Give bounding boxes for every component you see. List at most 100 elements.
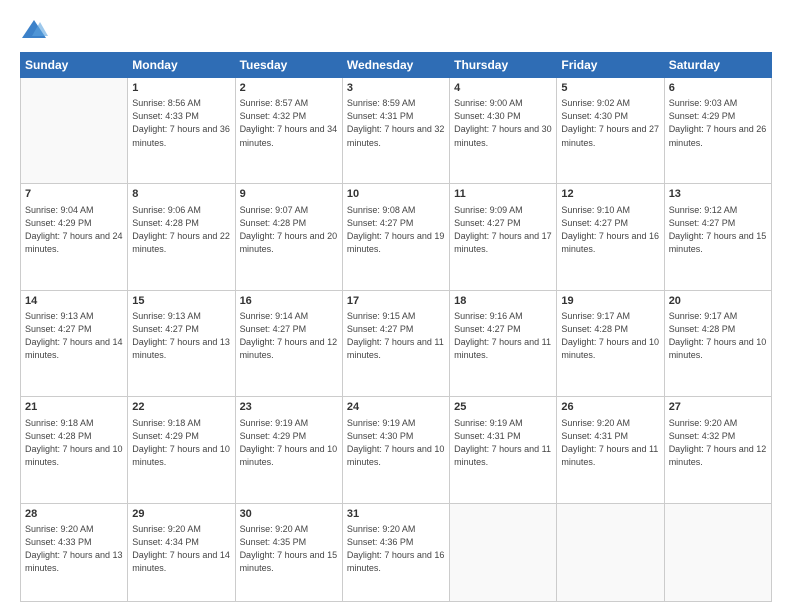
calendar-cell: 8Sunrise: 9:06 AM Sunset: 4:28 PM Daylig… [128, 184, 235, 290]
day-info: Sunrise: 8:57 AM Sunset: 4:32 PM Dayligh… [240, 97, 338, 149]
day-info: Sunrise: 9:12 AM Sunset: 4:27 PM Dayligh… [669, 204, 767, 256]
day-info: Sunrise: 9:18 AM Sunset: 4:28 PM Dayligh… [25, 417, 123, 469]
day-info: Sunrise: 9:03 AM Sunset: 4:29 PM Dayligh… [669, 97, 767, 149]
weekday-header-thursday: Thursday [450, 53, 557, 78]
calendar-cell [450, 503, 557, 601]
day-info: Sunrise: 8:56 AM Sunset: 4:33 PM Dayligh… [132, 97, 230, 149]
day-number: 7 [25, 187, 123, 202]
week-row-3: 14Sunrise: 9:13 AM Sunset: 4:27 PM Dayli… [21, 290, 772, 396]
calendar-cell: 21 Sunrise: 9:18 AM Sunset: 4:28 PM Dayli… [21, 397, 128, 503]
calendar-cell: 5Sunrise: 9:02 AM Sunset: 4:30 PM Daylig… [557, 78, 664, 184]
day-info: Sunrise: 9:19 AM Sunset: 4:29 PM Dayligh… [240, 417, 338, 469]
calendar-cell: 11 Sunrise: 9:09 AM Sunset: 4:27 PM Dayli… [450, 184, 557, 290]
calendar-cell: 7Sunrise: 9:04 AM Sunset: 4:29 PM Daylig… [21, 184, 128, 290]
calendar-cell: 15Sunrise: 9:13 AM Sunset: 4:27 PM Dayli… [128, 290, 235, 396]
day-number: 1 [132, 81, 230, 96]
day-info: Sunrise: 9:07 AM Sunset: 4:28 PM Dayligh… [240, 204, 338, 256]
calendar-cell: 20Sunrise: 9:17 AM Sunset: 4:28 PM Dayli… [664, 290, 771, 396]
logo-icon [20, 16, 48, 44]
calendar-cell [21, 78, 128, 184]
day-info: Sunrise: 9:02 AM Sunset: 4:30 PM Dayligh… [561, 97, 659, 149]
calendar-cell: 14Sunrise: 9:13 AM Sunset: 4:27 PM Dayli… [21, 290, 128, 396]
day-number: 11 [454, 187, 552, 202]
calendar-table: SundayMondayTuesdayWednesdayThursdayFrid… [20, 52, 772, 602]
day-number: 16 [240, 294, 338, 309]
day-number: 26 [561, 400, 659, 415]
logo [20, 16, 52, 44]
day-number: 6 [669, 81, 767, 96]
calendar-cell: 17Sunrise: 9:15 AM Sunset: 4:27 PM Dayli… [342, 290, 449, 396]
day-number: 2 [240, 81, 338, 96]
calendar-cell: 3Sunrise: 8:59 AM Sunset: 4:31 PM Daylig… [342, 78, 449, 184]
day-number: 29 [132, 507, 230, 522]
calendar-cell: 1Sunrise: 8:56 AM Sunset: 4:33 PM Daylig… [128, 78, 235, 184]
day-info: Sunrise: 8:59 AM Sunset: 4:31 PM Dayligh… [347, 97, 445, 149]
calendar-cell: 4Sunrise: 9:00 AM Sunset: 4:30 PM Daylig… [450, 78, 557, 184]
calendar-cell: 6Sunrise: 9:03 AM Sunset: 4:29 PM Daylig… [664, 78, 771, 184]
day-number: 19 [561, 294, 659, 309]
day-number: 21 [25, 400, 123, 415]
day-info: Sunrise: 9:00 AM Sunset: 4:30 PM Dayligh… [454, 97, 552, 149]
day-info: Sunrise: 9:17 AM Sunset: 4:28 PM Dayligh… [669, 310, 767, 362]
day-info: Sunrise: 9:14 AM Sunset: 4:27 PM Dayligh… [240, 310, 338, 362]
calendar-cell: 22 Sunrise: 9:18 AM Sunset: 4:29 PM Dayli… [128, 397, 235, 503]
day-info: Sunrise: 9:09 AM Sunset: 4:27 PM Dayligh… [454, 204, 552, 256]
weekday-header-friday: Friday [557, 53, 664, 78]
calendar-cell: 28Sunrise: 9:20 AM Sunset: 4:33 PM Dayli… [21, 503, 128, 601]
day-info: Sunrise: 9:19 AM Sunset: 4:31 PM Dayligh… [454, 417, 552, 469]
calendar-cell: 9 Sunrise: 9:07 AM Sunset: 4:28 PM Daylig… [235, 184, 342, 290]
week-row-5: 28Sunrise: 9:20 AM Sunset: 4:33 PM Dayli… [21, 503, 772, 601]
page: SundayMondayTuesdayWednesdayThursdayFrid… [0, 0, 792, 612]
day-number: 3 [347, 81, 445, 96]
weekday-header-tuesday: Tuesday [235, 53, 342, 78]
day-info: Sunrise: 9:19 AM Sunset: 4:30 PM Dayligh… [347, 417, 445, 469]
day-number: 10 [347, 187, 445, 202]
day-number: 17 [347, 294, 445, 309]
day-info: Sunrise: 9:08 AM Sunset: 4:27 PM Dayligh… [347, 204, 445, 256]
calendar-cell: 24 Sunrise: 9:19 AM Sunset: 4:30 PM Dayli… [342, 397, 449, 503]
day-info: Sunrise: 9:20 AM Sunset: 4:32 PM Dayligh… [669, 417, 767, 469]
calendar-cell: 13Sunrise: 9:12 AM Sunset: 4:27 PM Dayli… [664, 184, 771, 290]
calendar-cell: 16Sunrise: 9:14 AM Sunset: 4:27 PM Dayli… [235, 290, 342, 396]
weekday-header-monday: Monday [128, 53, 235, 78]
calendar-cell [557, 503, 664, 601]
day-number: 30 [240, 507, 338, 522]
day-info: Sunrise: 9:16 AM Sunset: 4:27 PM Dayligh… [454, 310, 552, 362]
weekday-header-saturday: Saturday [664, 53, 771, 78]
weekday-header-sunday: Sunday [21, 53, 128, 78]
day-number: 12 [561, 187, 659, 202]
calendar-cell: 30Sunrise: 9:20 AM Sunset: 4:35 PM Dayli… [235, 503, 342, 601]
header [20, 16, 772, 44]
day-info: Sunrise: 9:17 AM Sunset: 4:28 PM Dayligh… [561, 310, 659, 362]
day-info: Sunrise: 9:10 AM Sunset: 4:27 PM Dayligh… [561, 204, 659, 256]
calendar-cell: 10 Sunrise: 9:08 AM Sunset: 4:27 PM Dayli… [342, 184, 449, 290]
calendar-cell: 25 Sunrise: 9:19 AM Sunset: 4:31 PM Dayli… [450, 397, 557, 503]
day-number: 8 [132, 187, 230, 202]
day-number: 28 [25, 507, 123, 522]
day-number: 4 [454, 81, 552, 96]
day-info: Sunrise: 9:20 AM Sunset: 4:33 PM Dayligh… [25, 523, 123, 575]
day-info: Sunrise: 9:15 AM Sunset: 4:27 PM Dayligh… [347, 310, 445, 362]
day-number: 24 [347, 400, 445, 415]
day-info: Sunrise: 9:13 AM Sunset: 4:27 PM Dayligh… [25, 310, 123, 362]
calendar-cell: 26 Sunrise: 9:20 AM Sunset: 4:31 PM Dayli… [557, 397, 664, 503]
day-number: 5 [561, 81, 659, 96]
day-number: 31 [347, 507, 445, 522]
day-number: 18 [454, 294, 552, 309]
day-number: 9 [240, 187, 338, 202]
day-number: 20 [669, 294, 767, 309]
day-info: Sunrise: 9:20 AM Sunset: 4:31 PM Dayligh… [561, 417, 659, 469]
day-number: 22 [132, 400, 230, 415]
day-number: 14 [25, 294, 123, 309]
calendar-cell: 18Sunrise: 9:16 AM Sunset: 4:27 PM Dayli… [450, 290, 557, 396]
day-number: 27 [669, 400, 767, 415]
calendar-cell: 29Sunrise: 9:20 AM Sunset: 4:34 PM Dayli… [128, 503, 235, 601]
weekday-header-row: SundayMondayTuesdayWednesdayThursdayFrid… [21, 53, 772, 78]
day-info: Sunrise: 9:13 AM Sunset: 4:27 PM Dayligh… [132, 310, 230, 362]
day-info: Sunrise: 9:18 AM Sunset: 4:29 PM Dayligh… [132, 417, 230, 469]
calendar-cell: 31Sunrise: 9:20 AM Sunset: 4:36 PM Dayli… [342, 503, 449, 601]
day-number: 25 [454, 400, 552, 415]
calendar-cell: 23Sunrise: 9:19 AM Sunset: 4:29 PM Dayli… [235, 397, 342, 503]
day-info: Sunrise: 9:20 AM Sunset: 4:36 PM Dayligh… [347, 523, 445, 575]
week-row-1: 1Sunrise: 8:56 AM Sunset: 4:33 PM Daylig… [21, 78, 772, 184]
